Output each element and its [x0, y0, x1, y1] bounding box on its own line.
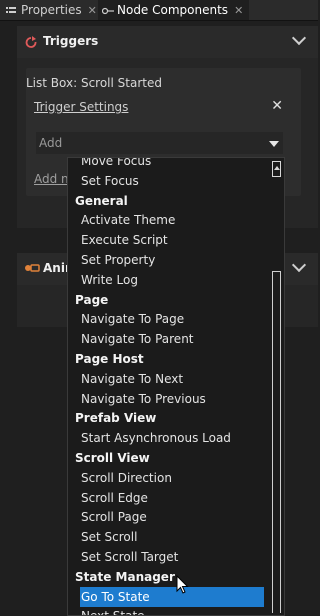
node-components-icon	[101, 5, 114, 15]
menu-group-state-manager: State Manager	[75, 569, 175, 584]
trigger-label: List Box: Scroll Started	[26, 76, 162, 90]
menu-item-set-property[interactable]: Set Property	[68, 250, 264, 270]
tab-properties-close-icon[interactable]: ✕	[88, 4, 97, 17]
add-action-dropdown[interactable]: Add	[36, 132, 283, 154]
scrollbar-thumb[interactable]	[272, 271, 281, 613]
triggers-section-header[interactable]: Triggers	[17, 26, 318, 58]
menu-item-set-scroll[interactable]: Set Scroll	[68, 527, 264, 547]
menu-item-go-to-state[interactable]: Go To State	[80, 586, 264, 607]
menu-item-execute-script[interactable]: Execute Script	[68, 230, 264, 250]
tab-node-components-label: Node Components	[117, 3, 229, 17]
menu-group-prefab-view: Prefab View	[75, 411, 157, 426]
menu-item-scroll-edge[interactable]: Scroll Edge	[68, 488, 264, 508]
tab-properties[interactable]: Properties ✕	[6, 0, 97, 20]
menu-group-scroll-view: Scroll View	[75, 451, 150, 465]
menu-item-activate-theme[interactable]: Activate Theme	[68, 210, 264, 230]
scroll-up-icon[interactable]	[272, 161, 281, 177]
mouse-cursor-icon	[176, 575, 189, 594]
menu-item-set-focus[interactable]: Set Focus	[68, 171, 264, 191]
trigger-settings-link[interactable]: Trigger Settings	[34, 100, 128, 114]
dropdown-arrow-icon[interactable]	[269, 141, 279, 147]
menu-item-navigate-to-parent[interactable]: Navigate To Parent	[68, 329, 264, 349]
triggers-title: Triggers	[43, 34, 99, 48]
properties-icon	[6, 5, 16, 15]
chevron-down-icon[interactable]	[291, 30, 307, 46]
tab-node-components-close-icon[interactable]: ✕	[234, 4, 243, 17]
chevron-down-icon[interactable]	[291, 257, 307, 273]
animations-icon	[24, 262, 40, 276]
add-action-placeholder: Add	[39, 136, 63, 150]
menu-item-navigate-to-page[interactable]: Navigate To Page	[68, 309, 264, 329]
menu-item-next-state[interactable]: Next State	[68, 606, 264, 615]
menu-item-navigate-to-previous[interactable]: Navigate To Previous	[68, 389, 264, 409]
menu-item-start-asynchronous-load[interactable]: Start Asynchronous Load	[68, 428, 264, 448]
menu-group-general: General	[75, 193, 128, 208]
menu-item-scroll-direction[interactable]: Scroll Direction	[68, 468, 264, 488]
menu-item-move-focus[interactable]: Move Focus	[68, 158, 264, 171]
menu-item-navigate-to-next[interactable]: Navigate To Next	[68, 369, 264, 389]
menu-group-page-host: Page Host	[75, 352, 144, 366]
menu-item-write-log[interactable]: Write Log	[68, 270, 264, 290]
menu-item-scroll-page[interactable]: Scroll Page	[68, 507, 264, 527]
menu-scrollbar[interactable]	[272, 161, 281, 613]
menu-group-page: Page	[75, 292, 109, 307]
tab-node-components[interactable]: Node Components ✕	[98, 0, 250, 20]
tab-properties-label: Properties	[21, 3, 82, 17]
add-action-menu: Move Focus Set Focus General Activate Theme…	[67, 157, 285, 616]
remove-trigger-icon[interactable]: ✕	[271, 98, 283, 114]
triggers-icon	[24, 36, 38, 51]
tab-bar: Properties ✕ Node Components ✕	[0, 0, 318, 21]
menu-item-set-scroll-target[interactable]: Set Scroll Target	[68, 547, 264, 567]
